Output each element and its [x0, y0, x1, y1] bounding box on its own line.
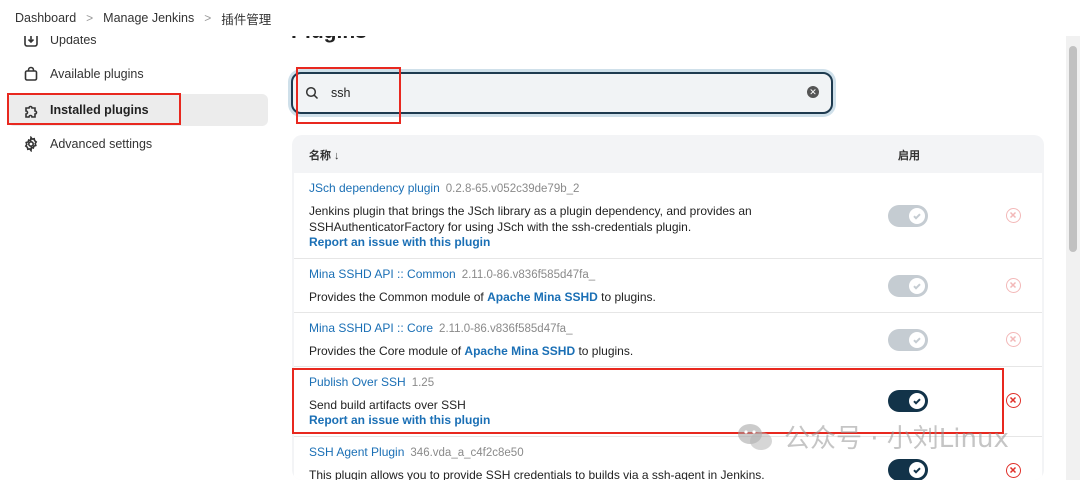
check-icon [909, 278, 925, 294]
plugin-version: 1.25 [411, 377, 435, 389]
sidebar-item-label: Advanced settings [50, 137, 153, 151]
uninstall-icon[interactable] [1006, 393, 1021, 408]
plugin-description: This plugin allows you to provide SSH cr… [309, 468, 765, 480]
sidebar-item-installed-plugins[interactable]: Installed plugins [8, 94, 268, 126]
watermark: 公众号 · 小刘Linux [736, 418, 1009, 455]
check-icon [909, 332, 925, 348]
plugin-version: 2.11.0-86.v836f585d47fa_ [439, 323, 573, 335]
enable-toggle[interactable] [888, 390, 928, 412]
check-icon [909, 208, 925, 224]
table-row: JSch dependency plugin 0.2.8-65.v052c39de… [294, 173, 1042, 259]
breadcrumb-plugin-manager[interactable]: 插件管理 [221, 9, 271, 28]
plugin-description: Send build artifacts over SSH [309, 398, 466, 412]
enable-toggle[interactable] [888, 275, 928, 297]
plugin-name-link[interactable]: JSch dependency plugin [309, 181, 440, 195]
wechat-icon [736, 421, 774, 453]
shopping-bag-icon [22, 65, 40, 83]
report-issue-link[interactable]: Report an issue with this plugin [309, 413, 490, 427]
check-icon [909, 393, 925, 409]
table-header: 名称 ↓ 启用 [292, 135, 1044, 173]
plugin-version: 0.2.8-65.v052c39de79b_2 [445, 183, 580, 195]
uninstall-icon[interactable] [1006, 463, 1021, 478]
apache-mina-sshd-link[interactable]: Apache Mina SSHD [464, 344, 575, 358]
table-row: Mina SSHD API :: Core 2.11.0-86.v836f585d… [294, 313, 1042, 367]
breadcrumb: Dashboard > Manage Jenkins > 插件管理 [0, 0, 1080, 36]
plugin-name-link[interactable]: Publish Over SSH [309, 375, 406, 389]
plugin-name-link[interactable]: SSH Agent Plugin [309, 445, 404, 459]
enable-toggle[interactable] [888, 329, 928, 351]
sidebar-item-advanced-settings[interactable]: Advanced settings [8, 128, 268, 160]
plugin-description: Provides the Core module of Apache Mina … [309, 344, 634, 358]
sidebar-item-label: Available plugins [50, 67, 144, 81]
plugin-version: 2.11.0-86.v836f585d47fa_ [461, 269, 596, 281]
sidebar-item-label: Installed plugins [50, 103, 149, 117]
uninstall-icon[interactable] [1006, 332, 1021, 347]
uninstall-icon[interactable] [1006, 278, 1021, 293]
column-header-enabled: 启用 [898, 150, 920, 162]
breadcrumb-dashboard[interactable]: Dashboard [15, 11, 76, 25]
scrollbar[interactable] [1066, 36, 1080, 480]
search-icon [305, 86, 319, 100]
clear-search-icon[interactable]: ✕ [807, 86, 819, 98]
watermark-text: 公众号 · 小刘Linux [784, 424, 1009, 454]
column-header-name[interactable]: 名称 ↓ [309, 147, 340, 163]
chevron-right-icon: > [204, 11, 212, 25]
plugin-name-link[interactable]: Mina SSHD API :: Core [309, 321, 433, 335]
plugin-version: 346.vda_a_c4f2c8e50 [410, 447, 524, 459]
breadcrumb-manage-jenkins[interactable]: Manage Jenkins [103, 11, 194, 25]
check-icon [909, 462, 925, 478]
search-box[interactable]: ✕ [291, 72, 833, 114]
puzzle-icon [22, 101, 40, 119]
uninstall-icon[interactable] [1006, 208, 1021, 223]
gear-icon [22, 135, 40, 153]
chevron-right-icon: > [86, 11, 94, 25]
table-row: Mina SSHD API :: Common 2.11.0-86.v836f58… [294, 259, 1042, 313]
enable-toggle[interactable] [888, 459, 928, 480]
report-issue-link[interactable]: Report an issue with this plugin [309, 235, 490, 249]
plugin-description: Provides the Common module of Apache Min… [309, 290, 656, 304]
search-input[interactable] [331, 86, 771, 100]
enable-toggle[interactable] [888, 205, 928, 227]
scrollbar-thumb[interactable] [1069, 46, 1077, 252]
apache-mina-sshd-link[interactable]: Apache Mina SSHD [487, 290, 598, 304]
plugin-description: Jenkins plugin that brings the JSch libr… [309, 204, 752, 234]
plugin-name-link[interactable]: Mina SSHD API :: Common [309, 267, 456, 281]
sidebar-item-available-plugins[interactable]: Available plugins [8, 58, 268, 90]
